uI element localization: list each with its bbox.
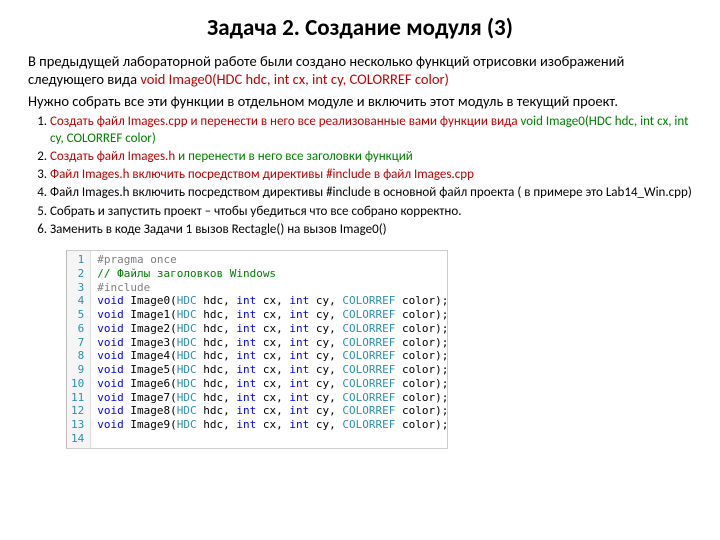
intro-p1-signature: void Image0(HDC hdc, int cx, int cy, COL…: [140, 70, 449, 88]
intro-p2: Нужно собрать все эти функции в отдельно…: [28, 92, 692, 110]
step-item: Заменить в коде Задачи 1 вызов Rectagle(…: [50, 222, 692, 238]
steps-list: Создать файл Images.cpp и перенести в не…: [28, 114, 692, 238]
step-text: Создать файл Images.cpp и перенести в не…: [50, 114, 521, 129]
step-text: Заменить в коде Задачи 1 вызов Rectagle(…: [50, 222, 387, 237]
step-item: Создать файл Images.cpp и перенести в не…: [50, 114, 692, 147]
intro-p1: В предыдущей лабораторной работе были со…: [28, 52, 692, 88]
slide-title: Задача 2. Создание модуля (3): [28, 14, 692, 42]
slide: Задача 2. Создание модуля (3) В предыдущ…: [0, 0, 720, 449]
step-item: Файл Images.h включить посредством дирек…: [50, 167, 692, 183]
step-text: Файл Images.h включить посредством дирек…: [50, 167, 474, 182]
step-text: Собрать и запустить проект – чтобы убеди…: [50, 204, 462, 219]
code-block: 1 2 3 4 5 6 7 8 9 10 11 12 13 14 #pragma…: [66, 250, 448, 449]
step-text: Создать файл Images.h: [50, 149, 178, 164]
step-text-extra: и перенести в него все заголовки функций: [178, 149, 413, 164]
step-item: Создать файл Images.h и перенести в него…: [50, 149, 692, 165]
step-item: Файл Images.h включить посредством дирек…: [50, 185, 692, 201]
step-item: Собрать и запустить проект – чтобы убеди…: [50, 204, 692, 220]
step-text: Файл Images.h включить посредством дирек…: [50, 185, 692, 200]
code-gutter: 1 2 3 4 5 6 7 8 9 10 11 12 13 14: [67, 251, 91, 448]
code-lines: #pragma once // Файлы заголовков Windows…: [91, 251, 454, 448]
